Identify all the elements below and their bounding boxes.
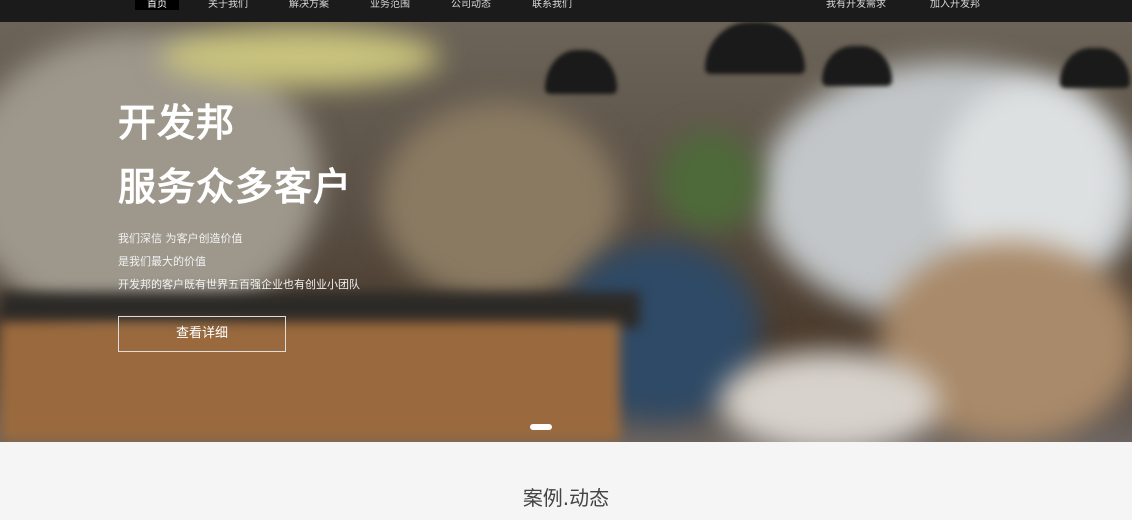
hero-title-tagline: 服务众多客户 [118,165,353,209]
nav-item-business[interactable]: 业务范围 [358,0,422,10]
hero-description-line-3: 开发邦的客户既有世界五百强企业也有创业小团队 [118,278,360,291]
hero-banner: 开发邦 服务众多客户 我们深信 为客户创造价值 是我们最大的价值 开发邦的客户既… [0,22,1132,442]
hero-title-brand: 开发邦 [118,101,236,145]
hero-bg-lamp-4 [1060,48,1130,88]
hero-bg-plant [660,132,760,232]
view-details-button[interactable]: 查看详细 [118,316,286,352]
section-title-cases-news: 案例.动态 [522,486,610,510]
nav-item-home[interactable]: 首页 [135,0,179,10]
hero-bg-lamp-3 [822,46,892,86]
hero-description-line-2: 是我们最大的价值 [118,255,206,268]
nav-item-about[interactable]: 关于我们 [196,0,260,10]
hero-bg-floor [720,352,940,442]
hero-description-line-1: 我们深信 为客户创造价值 [118,232,243,245]
top-navbar: 首页 关于我们 解决方案 业务范围 公司动态 联系我们 我有开发需求 加入开发邦 [0,0,1132,22]
hero-bg-lamp-1 [545,50,617,94]
nav-item-news[interactable]: 公司动态 [439,0,503,10]
hero-bg-lamp-2 [705,22,805,74]
nav-item-contact[interactable]: 联系我们 [520,0,584,10]
nav-item-join[interactable]: 加入开发邦 [918,0,992,10]
nav-item-solutions[interactable]: 解决方案 [277,0,341,10]
hero-bg-counter-wood [0,322,620,442]
hero-bg-chandelier [160,27,440,87]
carousel-indicator-active[interactable] [530,424,552,430]
nav-item-post-request[interactable]: 我有开发需求 [814,0,898,10]
